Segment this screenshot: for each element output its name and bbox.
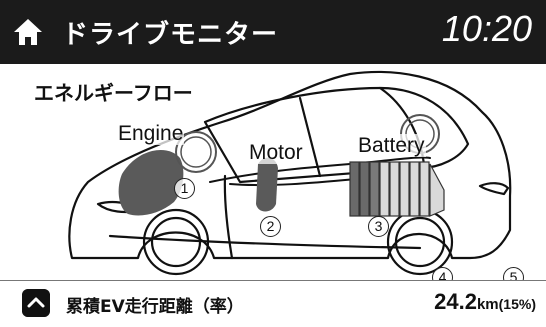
motor-block (256, 157, 278, 212)
battery-cell (349, 161, 360, 217)
engine-label: Engine (117, 122, 185, 146)
battery-label: Battery (357, 134, 426, 158)
battery-cell (399, 161, 410, 217)
battery-cell (379, 161, 390, 217)
ev-distance-unit: km (476, 296, 499, 313)
ev-ratio: (15%) (498, 296, 536, 312)
battery-cell (369, 161, 380, 217)
ev-distance-number: 24.2 (434, 289, 477, 314)
home-icon[interactable] (12, 17, 44, 47)
chevron-up-icon[interactable] (22, 289, 50, 317)
drive-monitor-screen: ドライブモニター 10:20 エネルギーフロー Engine Motor Bat… (0, 0, 546, 327)
header-bar: ドライブモニター 10:20 (0, 0, 546, 64)
marker-battery: 3 (368, 216, 389, 237)
marker-engine: 1 (174, 178, 195, 199)
car-taillight (478, 182, 510, 196)
ev-distance-value: 24.2km(15%) (434, 289, 536, 315)
energy-flow-diagram (68, 70, 512, 276)
screen-title: ドライブモニター (62, 20, 279, 50)
ev-distance-bar: 累積EV走行距離（率） 24.2km(15%) (0, 280, 546, 327)
clock: 10:20 (441, 8, 532, 49)
car-door-line (223, 174, 234, 260)
ev-distance-label: 累積EV走行距離（率） (66, 297, 244, 317)
car-window-divider (298, 96, 322, 178)
battery-cell (419, 161, 430, 217)
motor-label: Motor (248, 141, 304, 165)
battery-pack (349, 161, 445, 217)
battery-cell (389, 161, 400, 217)
car-sill-line (108, 234, 422, 250)
battery-cell (409, 161, 420, 217)
battery-cell (359, 161, 370, 217)
engine-block (118, 150, 184, 216)
marker-motor: 2 (260, 216, 281, 237)
